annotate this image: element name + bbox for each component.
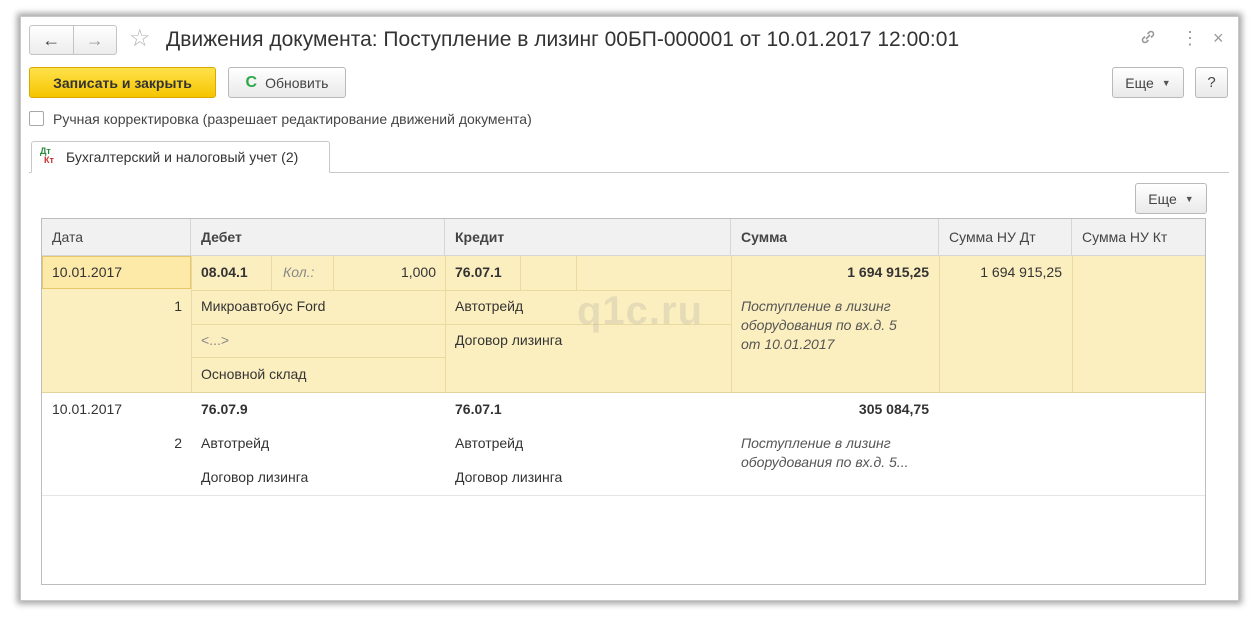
debit-account: 76.07.9 — [201, 401, 248, 417]
refresh-icon: C — [245, 73, 258, 91]
tax-amount-dt: 1 694 915,25 — [980, 264, 1062, 280]
save-and-close-button[interactable]: Записать и закрыть — [29, 67, 216, 98]
credit-subconto-2: Договор лизинга — [455, 332, 563, 348]
tab-accounting-tax[interactable]: Дт Кт Бухгалтерский и налоговый учет (2) — [31, 141, 330, 173]
credit-account: 76.07.1 — [455, 264, 502, 280]
description-line-1: Поступление в лизинг — [741, 435, 891, 451]
credit-subconto-1: Автотрейд — [455, 298, 524, 314]
column-header-date[interactable]: Дата — [42, 219, 191, 255]
amount: 1 694 915,25 — [847, 264, 929, 280]
column-header-amount[interactable]: Сумма — [731, 219, 939, 255]
link-icon-svg — [1141, 30, 1155, 44]
more-button[interactable]: Еще ▼ — [1112, 67, 1184, 98]
debit-subconto-2: <...> — [201, 332, 230, 348]
debit-subconto-1: Микроавтобус Ford — [201, 298, 326, 314]
column-header-tax-amount-dt[interactable]: Сумма НУ Дт — [939, 219, 1072, 255]
row-number: 1 — [174, 298, 182, 314]
column-separator — [520, 256, 521, 290]
watermark: q1c.ru — [577, 289, 704, 333]
column-separator — [1072, 256, 1073, 392]
column-separator — [271, 256, 272, 290]
quantity-label: Кол.: — [283, 264, 315, 280]
debit-subconto-3: Основной склад — [201, 366, 307, 382]
debit-subconto-1: Автотрейд — [201, 435, 270, 451]
navigation-buttons: ← → — [29, 25, 117, 55]
forward-arrow-icon[interactable]: → — [72, 26, 117, 54]
row-separator — [191, 357, 445, 358]
credit-subconto-1: Автотрейд — [455, 435, 524, 451]
column-header-debit[interactable]: Дебет — [191, 219, 445, 255]
credit-subconto-2: Договор лизинга — [455, 469, 563, 485]
chevron-down-icon: ▼ — [1161, 77, 1171, 88]
table-more-label: Еще — [1148, 190, 1177, 207]
more-actions-icon[interactable]: ⋮ — [1181, 28, 1199, 48]
more-label: Еще — [1125, 74, 1154, 91]
quantity-value: 1,000 — [400, 264, 436, 280]
help-button[interactable]: ? — [1195, 67, 1228, 98]
document-movements-window: ← → ☆ Движения документа: Поступление в … — [20, 16, 1239, 601]
description-line-1: Поступление в лизинг — [741, 298, 891, 314]
debit-subconto-2: Договор лизинга — [201, 469, 309, 485]
movements-table[interactable]: Дата Дебет Кредит Сумма Сумма НУ Дт Сумм… — [41, 218, 1206, 585]
row-number: 2 — [174, 435, 182, 451]
back-arrow-icon[interactable]: ← — [30, 26, 73, 54]
description-line-2: оборудования по вх.д. 5... — [741, 454, 909, 470]
column-header-credit[interactable]: Кредит — [445, 219, 731, 255]
table-row[interactable]: 10.01.2017 2 76.07.9 Автотрейд Договор л… — [42, 393, 1205, 496]
column-separator — [576, 256, 577, 290]
chevron-down-icon: ▼ — [1184, 193, 1194, 204]
table-header: Дата Дебет Кредит Сумма Сумма НУ Дт Сумм… — [42, 219, 1205, 256]
refresh-label: Обновить — [265, 74, 329, 91]
table-more-button[interactable]: Еще ▼ — [1135, 183, 1207, 214]
column-separator — [939, 256, 940, 392]
favorite-star-icon[interactable]: ☆ — [129, 26, 151, 52]
manual-correction-label[interactable]: Ручная корректировка (разрешает редактир… — [53, 111, 532, 128]
row-separator — [191, 324, 445, 325]
manual-correction-checkbox[interactable] — [29, 111, 44, 126]
credit-account: 76.07.1 — [455, 401, 502, 417]
window-title: Движения документа: Поступление в лизинг… — [166, 28, 960, 51]
debit-account: 08.04.1 — [201, 264, 248, 280]
column-header-tax-amount-kt[interactable]: Сумма НУ Кт — [1072, 219, 1205, 255]
row-date: 10.01.2017 — [52, 401, 123, 417]
tab-label: Бухгалтерский и налоговый учет (2) — [66, 149, 299, 165]
link-icon[interactable] — [1139, 28, 1157, 50]
debit-credit-icon: Дт Кт — [40, 147, 54, 165]
credit-icon-text: Кт — [44, 155, 54, 165]
refresh-button[interactable]: C Обновить — [228, 67, 346, 98]
close-icon[interactable]: × — [1213, 28, 1224, 48]
column-separator — [333, 256, 334, 290]
description-line-3: от 10.01.2017 — [741, 336, 835, 352]
description-line-2: оборудования по вх.д. 5 — [741, 317, 897, 333]
amount: 305 084,75 — [858, 401, 929, 417]
column-separator — [731, 256, 732, 392]
row-date: 10.01.2017 — [52, 264, 123, 280]
